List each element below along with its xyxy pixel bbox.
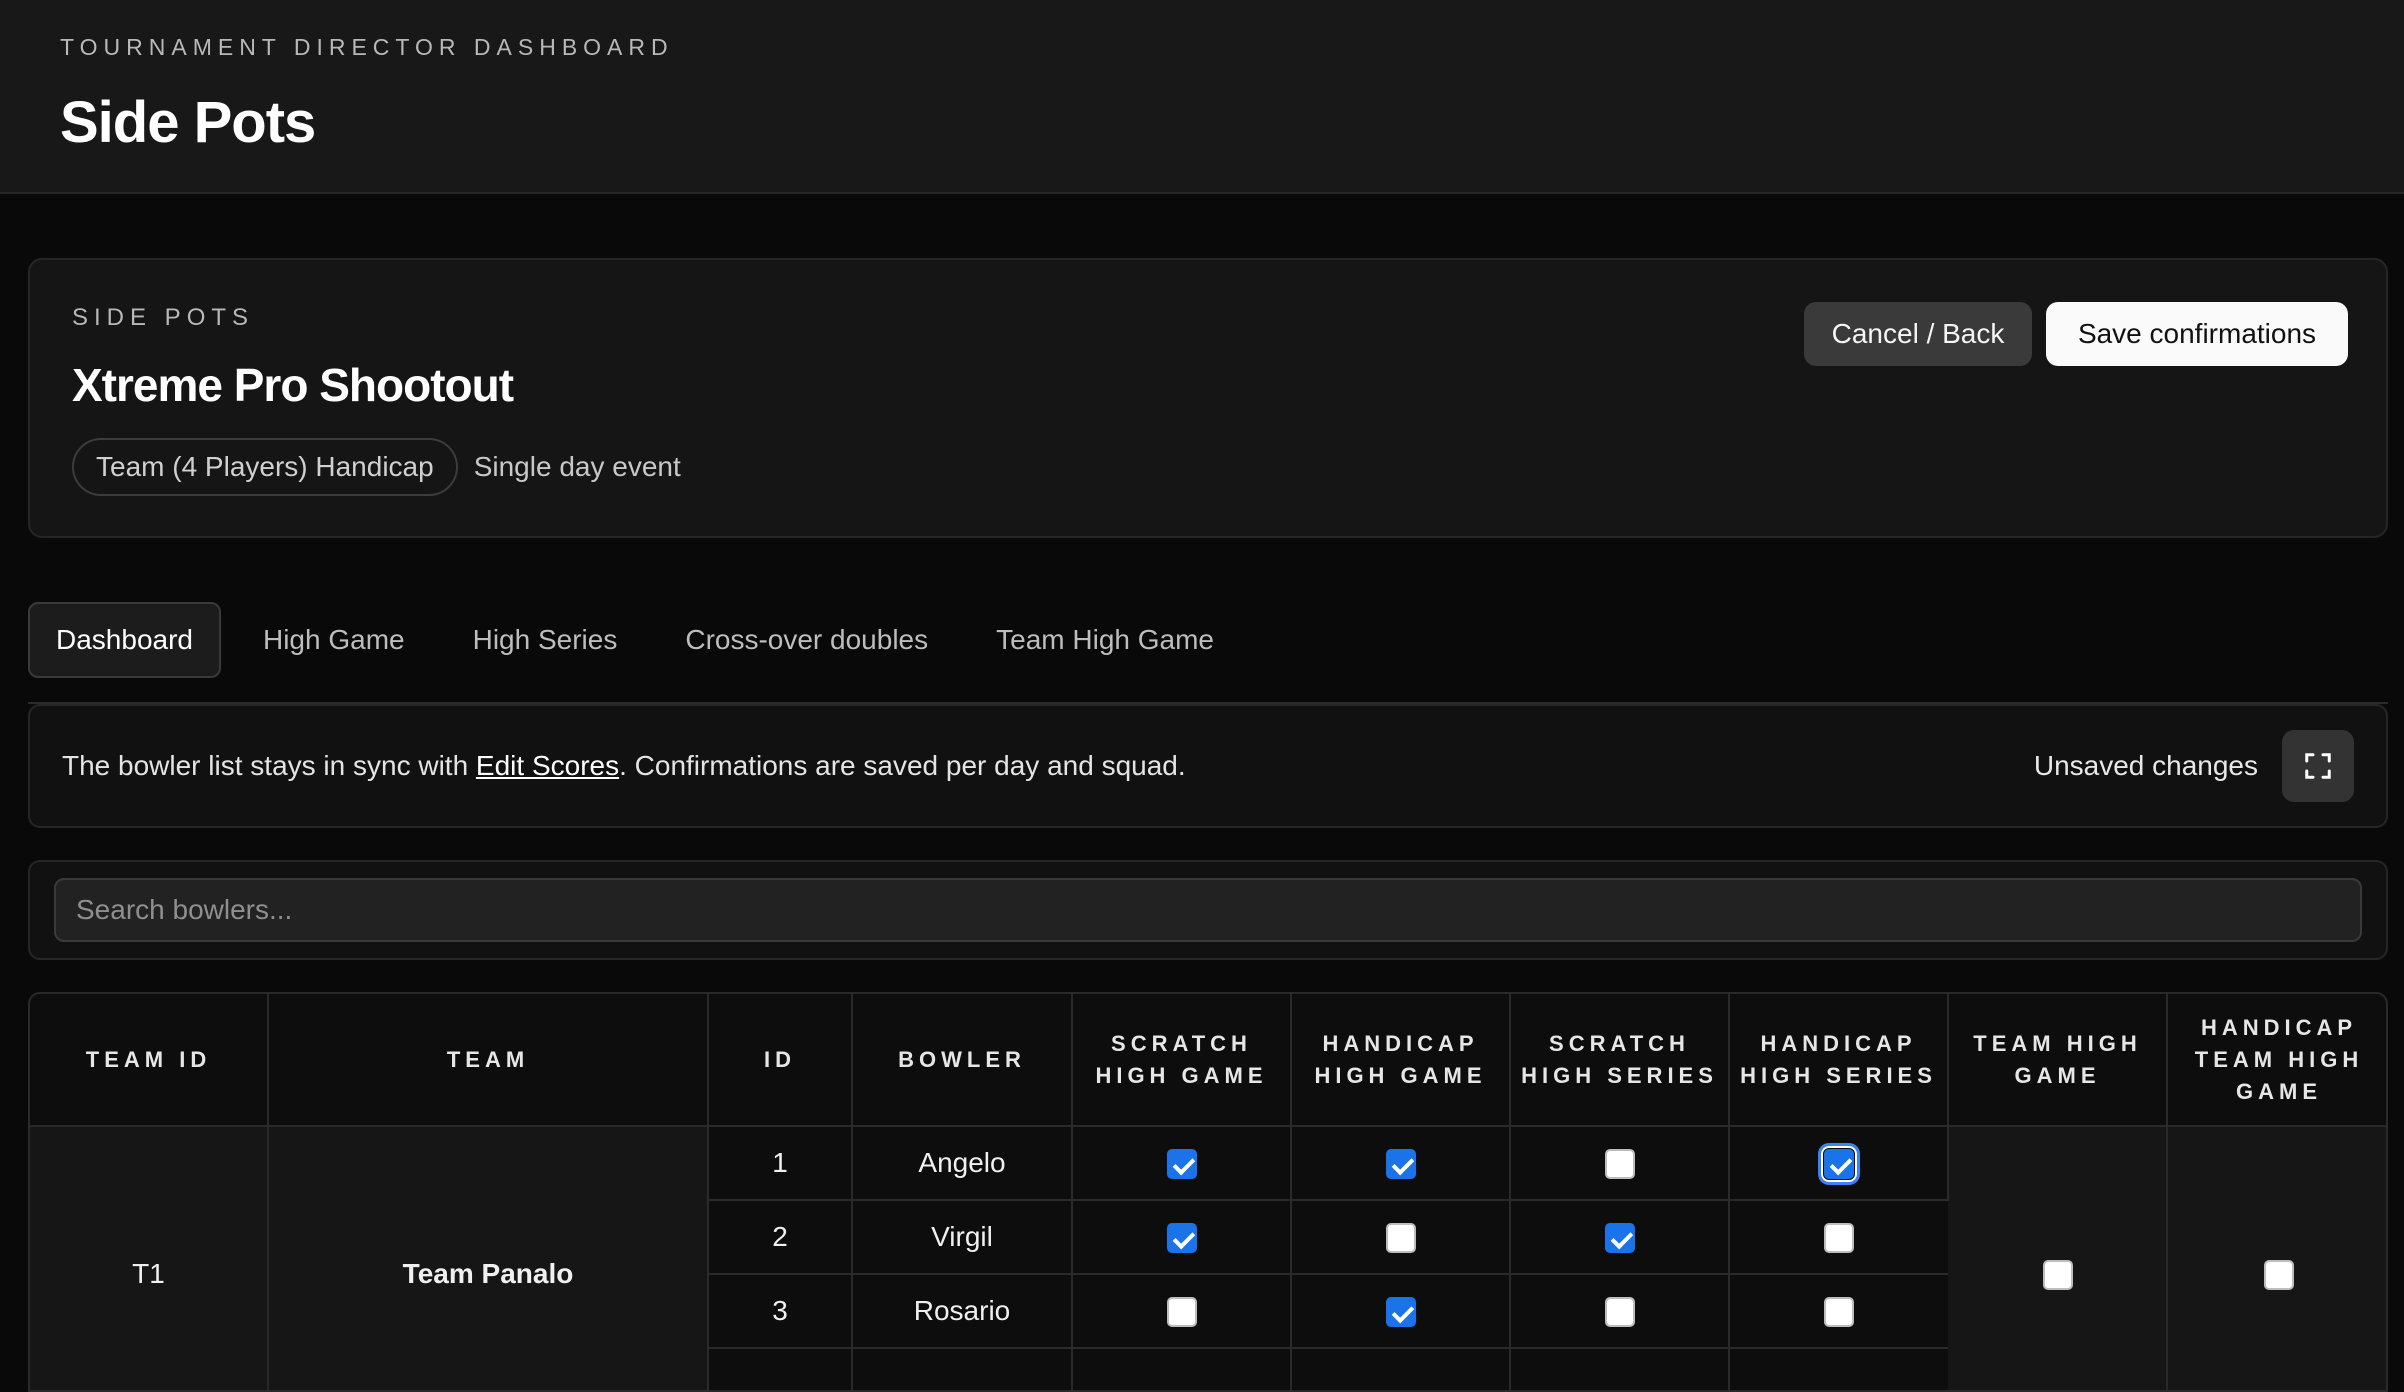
side-pots-table-container: TEAM ID TEAM ID BOWLER SCRATCH HIGH GAME… <box>28 992 2388 1392</box>
scratch-high-series-checkbox[interactable] <box>1604 1149 1635 1180</box>
handicap-team-high-game-checkbox[interactable] <box>2264 1260 2294 1291</box>
edit-scores-link[interactable]: Edit Scores <box>476 750 619 781</box>
bowler-id-cell: 3 <box>708 1274 853 1349</box>
expand-icon <box>2305 753 2331 779</box>
handicap-team-high-game-cell <box>2167 1126 2386 1390</box>
team-id-cell: T1 <box>30 1126 269 1390</box>
scratch-high-series-checkbox[interactable] <box>1604 1297 1635 1328</box>
tab-high-series[interactable]: High Series <box>447 602 644 678</box>
handicap-high-series-cell <box>1729 1274 1948 1349</box>
cancel-back-button[interactable]: Cancel / Back <box>1804 302 2032 366</box>
team-name-cell: Team Panalo <box>268 1126 709 1390</box>
handicap-high-series-checkbox[interactable] <box>1820 1146 1857 1183</box>
page-header: TOURNAMENT DIRECTOR DASHBOARD Side Pots <box>0 0 2404 194</box>
tab-high-game[interactable]: High Game <box>237 602 431 678</box>
event-meta: Team (4 Players) Handicap Single day eve… <box>72 438 2344 496</box>
unsaved-status: Unsaved changes <box>2033 750 2258 781</box>
scratch-high-game-checkbox[interactable] <box>1166 1223 1197 1254</box>
scratch-high-game-cell <box>1072 1200 1292 1275</box>
scratch-high-game-cell <box>1072 1126 1292 1201</box>
handicap-high-series-checkbox[interactable] <box>1824 1297 1854 1328</box>
sync-notice: The bowler list stays in sync with Edit … <box>62 750 2034 782</box>
tab-team-high-game[interactable]: Team High Game <box>970 602 1240 678</box>
scratch-high-game-cell <box>1072 1274 1292 1349</box>
dashboard-eyebrow: TOURNAMENT DIRECTOR DASHBOARD <box>60 34 674 60</box>
tab-dashboard[interactable]: Dashboard <box>28 602 221 678</box>
bowler-id-cell <box>708 1348 853 1390</box>
column-header[interactable]: HANDICAP TEAM HIGH GAME <box>2167 994 2386 1127</box>
bowler-name-cell: Virgil <box>852 1200 1073 1275</box>
handicap-high-series-cell <box>1729 1348 1948 1390</box>
bowler-id-cell: 2 <box>708 1200 853 1275</box>
handicap-high-game-checkbox[interactable] <box>1385 1223 1416 1254</box>
scratch-high-series-cell <box>1510 1200 1730 1275</box>
bowler-id-cell: 1 <box>708 1126 853 1201</box>
handicap-high-game-cell <box>1291 1274 1511 1349</box>
column-header[interactable]: HANDICAP HIGH SERIES <box>1729 994 1949 1127</box>
scratch-high-series-cell <box>1510 1274 1730 1349</box>
column-header[interactable]: TEAM HIGH GAME <box>1948 994 2168 1127</box>
handicap-high-game-cell <box>1291 1348 1511 1390</box>
scratch-high-game-cell <box>1072 1348 1292 1390</box>
search-panel <box>28 860 2388 960</box>
event-duration: Single day event <box>473 451 681 482</box>
side-pots-table: TEAM ID TEAM ID BOWLER SCRATCH HIGH GAME… <box>30 994 2386 1390</box>
bowler-name-cell: Angelo <box>852 1126 1073 1201</box>
sync-notice-after: . Confirmations are saved per day and sq… <box>619 750 1186 781</box>
handicap-high-series-checkbox[interactable] <box>1824 1223 1854 1254</box>
tab-cross-over-doubles[interactable]: Cross-over doubles <box>659 602 954 678</box>
column-header[interactable]: ID <box>708 994 853 1127</box>
fullscreen-button[interactable] <box>2282 730 2354 802</box>
handicap-high-series-cell <box>1729 1200 1948 1275</box>
sync-notice-before: The bowler list stays in sync with <box>62 750 476 781</box>
handicap-high-game-checkbox[interactable] <box>1385 1297 1416 1328</box>
handicap-high-game-cell <box>1291 1200 1511 1275</box>
scratch-high-series-checkbox[interactable] <box>1604 1223 1635 1254</box>
handicap-high-series-cell <box>1729 1126 1949 1201</box>
column-header[interactable]: SCRATCH HIGH GAME <box>1072 994 1292 1127</box>
page-title: Side Pots <box>60 90 316 155</box>
scratch-high-series-cell <box>1510 1348 1730 1390</box>
event-card: SIDE POTS Xtreme Pro Shootout Team (4 Pl… <box>28 258 2388 538</box>
table-row: T1 Team Panalo 1 Angelo <box>30 1126 2386 1390</box>
table-header-row: TEAM ID TEAM ID BOWLER SCRATCH HIGH GAME… <box>30 994 2386 1127</box>
scratch-high-game-checkbox[interactable] <box>1166 1149 1197 1180</box>
bowler-name-cell <box>852 1348 1073 1390</box>
column-header[interactable]: SCRATCH HIGH SERIES <box>1510 994 1730 1127</box>
column-header[interactable]: HANDICAP HIGH GAME <box>1291 994 1511 1127</box>
column-header[interactable]: TEAM ID <box>30 994 269 1127</box>
scratch-high-game-checkbox[interactable] <box>1166 1297 1197 1328</box>
save-confirmations-button[interactable]: Save confirmations <box>2046 302 2348 366</box>
scratch-high-series-cell <box>1510 1126 1730 1201</box>
handicap-high-game-cell <box>1291 1126 1511 1201</box>
handicap-high-game-checkbox[interactable] <box>1385 1149 1416 1180</box>
search-input[interactable] <box>54 878 2362 942</box>
team-high-game-cell <box>1948 1126 2168 1390</box>
tab-bar: Dashboard High Game High Series Cross-ov… <box>28 602 1256 678</box>
column-header[interactable]: BOWLER <box>852 994 1073 1127</box>
team-high-game-checkbox[interactable] <box>2042 1260 2073 1291</box>
event-name: Xtreme Pro Shootout <box>72 359 514 411</box>
column-header[interactable]: TEAM <box>268 994 709 1127</box>
bowler-name-cell: Rosario <box>852 1274 1073 1349</box>
event-format-badge: Team (4 Players) Handicap <box>72 438 458 496</box>
info-bar: The bowler list stays in sync with Edit … <box>28 704 2388 828</box>
